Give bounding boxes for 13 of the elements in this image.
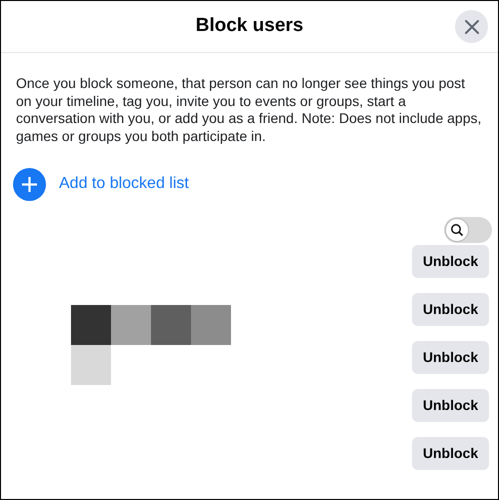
- description-text: Once you block someone, that person can no longer see things you post on your timeline, tag you, invite you to events or groups, start a conversation with you, or add you as a friend. Note: Does not include apps, games or groups you both participate in.: [15, 74, 482, 145]
- unblock-button[interactable]: Unblock: [412, 341, 489, 374]
- unblock-button[interactable]: Unblock: [412, 437, 489, 470]
- search-icon: [445, 218, 469, 242]
- plus-circle-icon: [13, 168, 46, 200]
- unblock-button[interactable]: Unblock: [412, 293, 489, 326]
- unblock-button[interactable]: Unblock: [412, 245, 489, 278]
- dialog-title: Block users: [196, 14, 304, 38]
- add-button[interactable]: Add to blocked list: [13, 168, 189, 200]
- close-button[interactable]: [455, 10, 488, 43]
- close-icon: [464, 18, 480, 34]
- search-toggle[interactable]: [444, 217, 492, 243]
- unblock-button[interactable]: Unblock: [412, 389, 489, 422]
